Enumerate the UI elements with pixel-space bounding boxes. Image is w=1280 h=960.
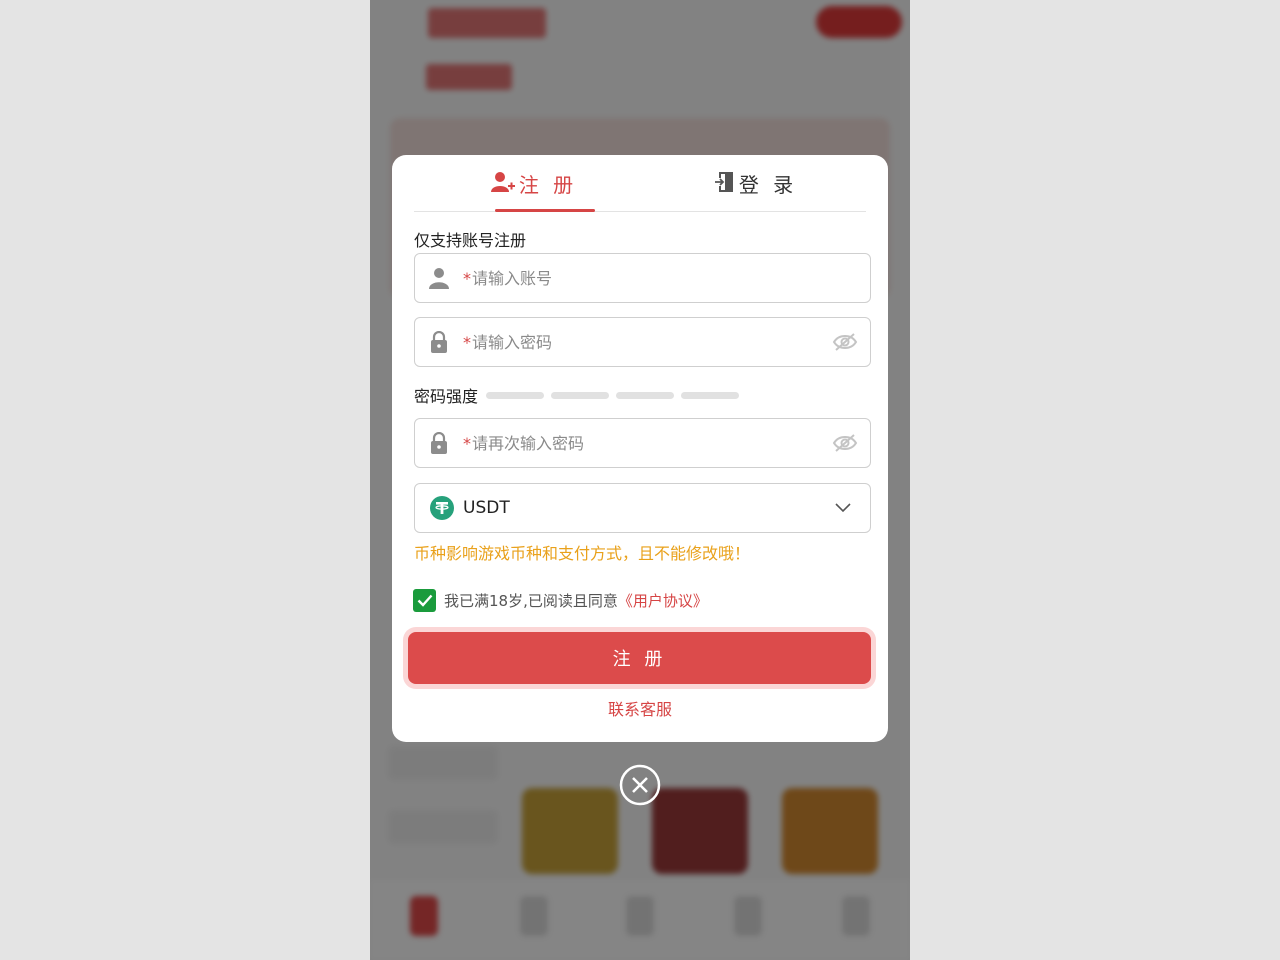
currency-select[interactable]: USDT bbox=[414, 483, 871, 533]
strength-bar-segment bbox=[551, 391, 610, 399]
tab-register[interactable]: 注 册 bbox=[474, 155, 594, 212]
password-strength: 密码强度 bbox=[414, 383, 746, 407]
login-door-icon bbox=[714, 171, 735, 197]
eye-off-icon[interactable] bbox=[820, 433, 870, 453]
password-strength-label: 密码强度 bbox=[414, 387, 479, 406]
confirm-password-field: * bbox=[414, 418, 871, 468]
active-tab-indicator bbox=[495, 209, 595, 212]
strength-bar-segment bbox=[681, 391, 740, 399]
register-modal: 注 册 登 录 仅支持账号注册 * 请输入账号 * 密码强度 * USDT 币种… bbox=[392, 155, 888, 742]
strength-bar-segment bbox=[486, 391, 545, 399]
register-hint: 仅支持账号注册 bbox=[414, 231, 527, 250]
register-submit-button[interactable]: 注 册 bbox=[408, 632, 871, 684]
close-circle-icon bbox=[619, 764, 661, 806]
eye-off-icon[interactable] bbox=[820, 332, 870, 352]
agreement-text: 我已满18岁,已阅读且同意 bbox=[444, 592, 618, 610]
password-input[interactable] bbox=[472, 332, 820, 352]
strength-bar-segment bbox=[616, 391, 675, 399]
user-icon bbox=[415, 267, 463, 289]
password-field: * bbox=[414, 317, 871, 367]
required-mark: * bbox=[463, 268, 471, 288]
user-agreement-link[interactable]: 《用户协议》 bbox=[618, 590, 708, 611]
currency-warning: 币种影响游戏币种和支付方式，且不能修改哦！ bbox=[414, 544, 751, 563]
tab-login-label: 登 录 bbox=[738, 173, 798, 197]
usdt-icon bbox=[430, 496, 454, 520]
required-mark: * bbox=[463, 433, 471, 453]
lock-icon bbox=[415, 331, 463, 353]
currency-value: USDT bbox=[463, 498, 510, 518]
agreement-row: 我已满18岁,已阅读且同意 《用户协议》 bbox=[413, 589, 708, 612]
tab-register-label: 注 册 bbox=[518, 173, 578, 197]
chevron-down-icon bbox=[816, 503, 870, 513]
lock-icon bbox=[415, 432, 463, 454]
agreement-checkbox[interactable] bbox=[413, 589, 436, 612]
auth-tabs: 注 册 登 录 bbox=[414, 155, 866, 212]
user-add-icon bbox=[490, 170, 515, 198]
account-input[interactable] bbox=[472, 268, 870, 288]
required-mark: * bbox=[463, 332, 471, 352]
checkmark-icon bbox=[417, 594, 432, 607]
tab-login[interactable]: 登 录 bbox=[696, 155, 816, 212]
close-modal-button[interactable] bbox=[619, 764, 661, 806]
contact-support-link[interactable]: 联系客服 bbox=[392, 696, 888, 720]
confirm-password-input[interactable] bbox=[472, 433, 820, 453]
account-field: * bbox=[414, 253, 871, 303]
